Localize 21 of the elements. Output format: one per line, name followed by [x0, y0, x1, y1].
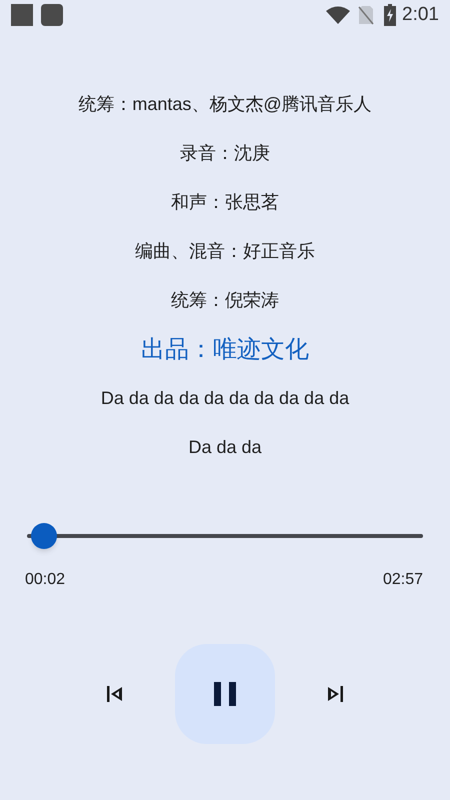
lyric-line: 录音：沈庚 — [180, 142, 270, 165]
no-sim-icon — [358, 5, 374, 25]
total-time: 02:57 — [382, 570, 423, 590]
lyric-line: 统筹：倪荣涛 — [171, 289, 279, 312]
pause-icon — [214, 682, 236, 706]
pause-button[interactable] — [175, 644, 275, 744]
lyric-line: 和声：张思茗 — [171, 191, 279, 214]
seek-thumb[interactable] — [30, 523, 57, 549]
lyric-line: Da da da — [188, 436, 262, 459]
previous-icon — [107, 686, 123, 702]
next-icon — [327, 686, 343, 702]
clock-time: 2:01 — [402, 2, 439, 27]
notification-icon — [41, 4, 63, 26]
lyric-line: Da da da da da da da da da da — [100, 387, 350, 410]
lyric-line: 编曲、混音：好正音乐 — [135, 240, 315, 263]
notification-icon — [11, 4, 33, 26]
wifi-icon — [326, 6, 350, 24]
lyric-line: 出品：唯迹文化 — [141, 335, 309, 365]
lyric-line: 统筹：mantas、杨文杰@腾讯音乐人 — [78, 93, 372, 116]
battery-charging-icon — [384, 4, 396, 26]
elapsed-time: 00:02 — [25, 570, 66, 590]
